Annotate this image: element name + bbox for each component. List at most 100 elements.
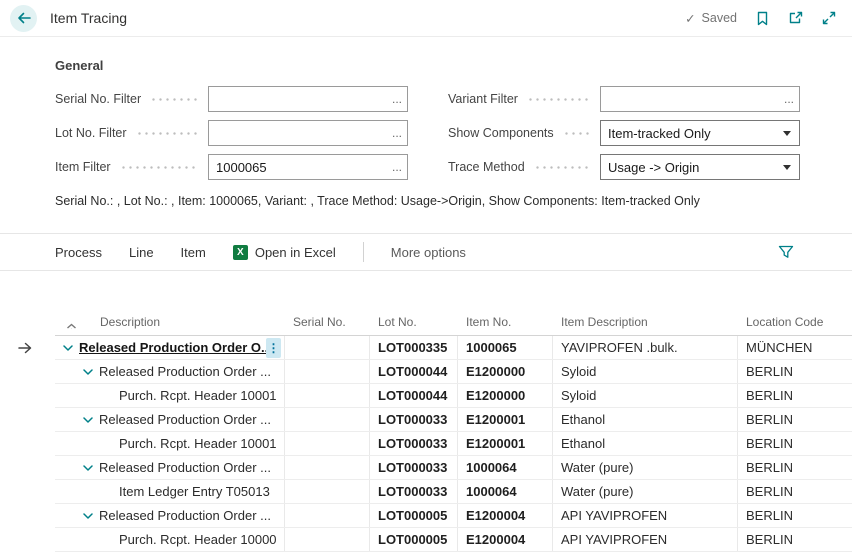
location-code-cell[interactable]: BERLIN <box>738 360 852 383</box>
serial-no-cell[interactable] <box>285 528 370 551</box>
description-text[interactable]: Released Production Order ... <box>99 412 271 427</box>
description-text[interactable]: Released Production Order ... <box>99 508 271 523</box>
description-cell[interactable]: Item Ledger Entry T05013 <box>55 480 285 503</box>
location-code-cell[interactable]: BERLIN <box>738 480 852 503</box>
item-description-cell[interactable]: Syloid <box>553 384 738 407</box>
item-no-cell[interactable]: E1200001 <box>458 432 553 455</box>
open-in-excel-button[interactable]: X Open in Excel <box>233 245 336 260</box>
description-cell[interactable]: Released Production Order ... <box>55 360 285 383</box>
table-row[interactable]: Purch. Rcpt. Header 100017 LOT000044 E12… <box>55 384 852 408</box>
more-options-button[interactable]: More options <box>391 245 466 260</box>
lot-no-cell[interactable]: LOT000033 <box>370 432 458 455</box>
table-row[interactable]: Released Production Order ... LOT000033 … <box>55 456 852 480</box>
item-assist-edit-button[interactable]: ... <box>387 155 407 179</box>
description-cell[interactable]: Released Production Order ... <box>55 504 285 527</box>
description-text[interactable]: Purch. Rcpt. Header 100014 <box>119 436 276 451</box>
location-code-cell[interactable]: BERLIN <box>738 384 852 407</box>
share-icon[interactable] <box>788 11 803 25</box>
description-cell[interactable]: Released Production Order ... <box>55 408 285 431</box>
toolbar-item-button[interactable]: Item <box>181 245 206 260</box>
row-context-menu-button[interactable]: ⋮ <box>266 338 281 358</box>
toolbar-line-button[interactable]: Line <box>129 245 154 260</box>
trace-method-select[interactable]: Usage -> Origin <box>600 154 800 180</box>
serial-no-cell[interactable] <box>285 432 370 455</box>
description-text[interactable]: Released Production Order O... <box>79 340 272 355</box>
description-cell[interactable]: Purch. Rcpt. Header 100014 <box>55 432 285 455</box>
lot-no-cell[interactable]: LOT000005 <box>370 528 458 551</box>
location-code-cell[interactable]: BERLIN <box>738 528 852 551</box>
location-code-cell[interactable]: MÜNCHEN <box>738 336 852 359</box>
serial-no-cell[interactable] <box>285 504 370 527</box>
item-description-cell[interactable]: Water (pure) <box>553 456 738 479</box>
back-button[interactable] <box>10 5 37 32</box>
description-cell[interactable]: Released Production Order O... ⋮ <box>55 336 285 359</box>
item-no-cell[interactable]: 1000064 <box>458 456 553 479</box>
expand-chevron-icon[interactable] <box>83 369 93 375</box>
serial-no-assist-edit-button[interactable]: ... <box>387 87 407 111</box>
description-cell[interactable]: Purch. Rcpt. Header 100005 <box>55 528 285 551</box>
toolbar-process-button[interactable]: Process <box>55 245 102 260</box>
location-code-cell[interactable]: BERLIN <box>738 432 852 455</box>
item-description-cell[interactable]: Syloid <box>553 360 738 383</box>
item-no-cell[interactable]: E1200004 <box>458 504 553 527</box>
serial-no-cell[interactable] <box>285 360 370 383</box>
serial-no-cell[interactable] <box>285 456 370 479</box>
variant-assist-edit-button[interactable]: ... <box>779 87 799 111</box>
location-code-cell[interactable]: BERLIN <box>738 456 852 479</box>
item-description-cell[interactable]: API YAVIPROFEN <box>553 528 738 551</box>
item-no-cell[interactable]: E1200004 <box>458 528 553 551</box>
column-header-serial-no[interactable]: Serial No. <box>285 315 370 329</box>
item-no-cell[interactable]: E1200000 <box>458 384 553 407</box>
lot-no-cell[interactable]: LOT000044 <box>370 384 458 407</box>
description-text[interactable]: Item Ledger Entry T05013 <box>119 484 270 499</box>
show-components-select[interactable]: Item-tracked Only <box>600 120 800 146</box>
item-no-cell[interactable]: 1000065 <box>458 336 553 359</box>
expand-chevron-icon[interactable] <box>83 417 93 423</box>
item-description-cell[interactable]: API YAVIPROFEN <box>553 504 738 527</box>
lot-no-cell[interactable]: LOT000005 <box>370 504 458 527</box>
item-description-cell[interactable]: Ethanol <box>553 432 738 455</box>
description-cell[interactable]: Purch. Rcpt. Header 100017 <box>55 384 285 407</box>
description-text[interactable]: Released Production Order ... <box>99 364 271 379</box>
column-header-item-description[interactable]: Item Description <box>553 315 738 329</box>
item-no-cell[interactable]: E1200001 <box>458 408 553 431</box>
table-row[interactable]: Purch. Rcpt. Header 100005 LOT000005 E12… <box>55 528 852 552</box>
serial-no-cell[interactable] <box>285 480 370 503</box>
column-header-location-code[interactable]: Location Code <box>738 315 852 329</box>
lot-no-filter-input[interactable] <box>208 120 408 146</box>
location-code-cell[interactable]: BERLIN <box>738 408 852 431</box>
column-header-lot-no[interactable]: Lot No. <box>370 315 458 329</box>
lot-no-cell[interactable]: LOT000033 <box>370 480 458 503</box>
description-text[interactable]: Purch. Rcpt. Header 100005 <box>119 532 276 547</box>
table-row[interactable]: Released Production Order ... LOT000005 … <box>55 504 852 528</box>
table-row[interactable]: Released Production Order ... LOT000033 … <box>55 408 852 432</box>
item-description-cell[interactable]: Ethanol <box>553 408 738 431</box>
lot-no-cell[interactable]: LOT000033 <box>370 456 458 479</box>
expand-chevron-icon[interactable] <box>63 345 73 351</box>
variant-filter-input[interactable] <box>600 86 800 112</box>
table-row[interactable]: Item Ledger Entry T05013 LOT000033 10000… <box>55 480 852 504</box>
serial-no-cell[interactable] <box>285 336 370 359</box>
column-header-description[interactable]: Description <box>55 315 285 329</box>
lot-no-assist-edit-button[interactable]: ... <box>387 121 407 145</box>
item-no-cell[interactable]: 1000064 <box>458 480 553 503</box>
item-filter-input[interactable] <box>208 154 408 180</box>
bookmark-icon[interactable] <box>756 11 769 26</box>
serial-no-filter-input[interactable] <box>208 86 408 112</box>
expand-icon[interactable] <box>822 11 836 25</box>
item-description-cell[interactable]: YAVIPROFEN .bulk. <box>553 336 738 359</box>
serial-no-cell[interactable] <box>285 384 370 407</box>
expand-chevron-icon[interactable] <box>83 513 93 519</box>
location-code-cell[interactable]: BERLIN <box>738 504 852 527</box>
lot-no-cell[interactable]: LOT000335 <box>370 336 458 359</box>
table-row[interactable]: Released Production Order ... LOT000044 … <box>55 360 852 384</box>
collapse-all-icon[interactable] <box>66 323 77 329</box>
item-no-cell[interactable]: E1200000 <box>458 360 553 383</box>
description-cell[interactable]: Released Production Order ... <box>55 456 285 479</box>
table-row[interactable]: Released Production Order O... ⋮ LOT0003… <box>55 336 852 360</box>
table-row[interactable]: Purch. Rcpt. Header 100014 LOT000033 E12… <box>55 432 852 456</box>
lot-no-cell[interactable]: LOT000033 <box>370 408 458 431</box>
filter-icon[interactable] <box>778 245 794 259</box>
lot-no-cell[interactable]: LOT000044 <box>370 360 458 383</box>
expand-chevron-icon[interactable] <box>83 465 93 471</box>
